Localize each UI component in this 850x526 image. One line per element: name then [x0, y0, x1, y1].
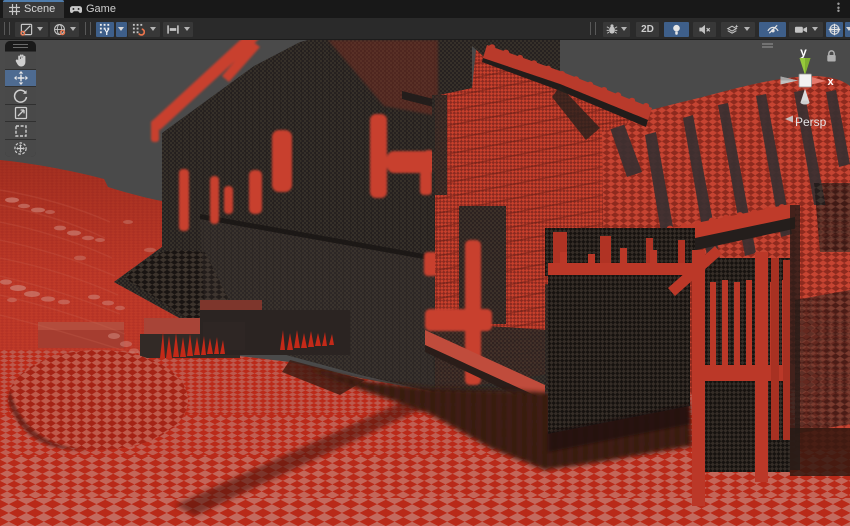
svg-text:x: x: [827, 76, 834, 88]
svg-text:y: y: [800, 45, 807, 59]
svg-text:Y: Y: [104, 28, 110, 36]
svg-text:Persp: Persp: [795, 115, 827, 129]
